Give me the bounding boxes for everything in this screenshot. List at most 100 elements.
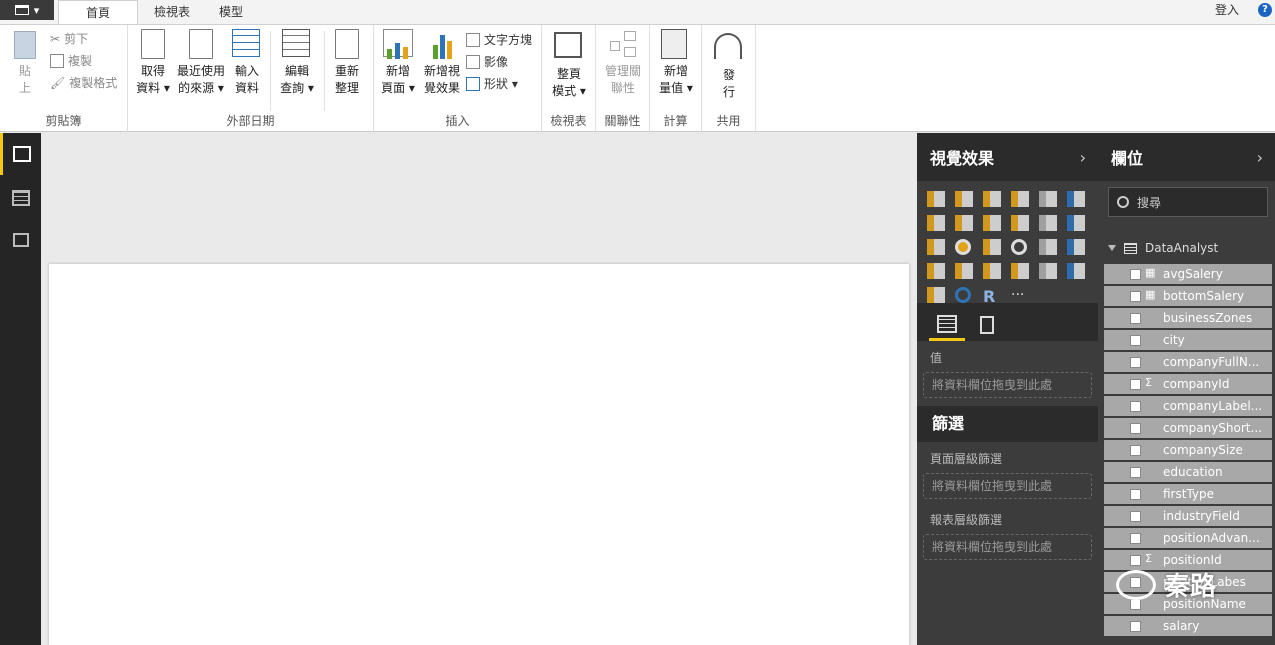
relationships-view-button[interactable]	[0, 219, 41, 261]
field-item[interactable]: businessZones	[1104, 308, 1272, 328]
get-data-button[interactable]: 取得 資料 ▾	[132, 29, 174, 97]
donut-icon[interactable]	[955, 287, 971, 303]
visualizations-pane: 視覺效果 › R ··· 值 將資料欄位拖曳到此處 篩選 頁面層級篩選 將資料欄位…	[917, 133, 1098, 645]
report-view-button[interactable]	[0, 133, 41, 175]
line-column-icon[interactable]	[1011, 215, 1029, 231]
map-icon[interactable]	[1011, 239, 1027, 255]
enter-data-button[interactable]: 輸入 資料	[230, 29, 264, 97]
format-painter-button[interactable]: 🖌 複製格式	[50, 73, 117, 93]
checkbox[interactable]	[1130, 533, 1141, 544]
file-menu-button[interactable]: ▾	[0, 0, 54, 20]
checkbox[interactable]	[1130, 291, 1141, 302]
r-visual-icon[interactable]: R	[983, 287, 1001, 306]
tab-home[interactable]: 首頁	[58, 0, 138, 24]
checkbox[interactable]	[1130, 379, 1141, 390]
filled-map-icon[interactable]	[927, 263, 945, 279]
copy-button[interactable]: 複製	[50, 51, 92, 71]
more-visuals-icon[interactable]: ···	[1011, 287, 1029, 303]
field-item[interactable]: companyLabel...	[1104, 396, 1272, 416]
field-name: education	[1163, 465, 1223, 479]
chevron-right-icon[interactable]: ›	[1080, 148, 1086, 167]
refresh-button[interactable]: 重新 整理	[330, 29, 364, 97]
field-item[interactable]: positionAdvan...	[1104, 528, 1272, 548]
text-box-button[interactable]: 文字方塊	[466, 30, 532, 50]
table-visual-icon[interactable]	[1039, 239, 1057, 255]
report-filters-dropzone[interactable]: 將資料欄位拖曳到此處	[923, 534, 1092, 560]
field-search-input[interactable]: 搜尋	[1108, 187, 1268, 217]
field-name: companyLabel...	[1163, 399, 1263, 413]
expand-arrow-icon[interactable]	[1108, 245, 1116, 251]
checkbox[interactable]	[1130, 511, 1141, 522]
checkbox[interactable]	[1130, 357, 1141, 368]
scatter-icon[interactable]	[927, 239, 945, 255]
checkbox[interactable]	[1130, 423, 1141, 434]
clustered-bar-icon[interactable]	[983, 191, 1001, 207]
new-visual-button[interactable]: 新增視 覺效果	[420, 29, 464, 97]
image-button[interactable]: 影像	[466, 52, 508, 72]
page-view-button[interactable]: 整頁 模式 ▾	[550, 29, 588, 100]
field-item[interactable]: ΣcompanyId	[1104, 374, 1272, 394]
funnel-icon[interactable]	[955, 263, 973, 279]
fields-tab[interactable]	[929, 309, 965, 341]
field-item[interactable]: salary	[1104, 616, 1272, 636]
line-clustered-icon[interactable]	[1039, 215, 1057, 231]
recent-sources-button[interactable]: 最近使用 的來源 ▾	[174, 29, 228, 97]
new-measure-button[interactable]: 新增 量值 ▾	[656, 29, 696, 97]
new-page-button[interactable]: 新增 頁面 ▾	[380, 29, 416, 97]
publish-button[interactable]: 發 行	[712, 29, 746, 101]
shapes-button[interactable]: 形狀 ▾	[466, 74, 518, 94]
chevron-right-icon[interactable]: ›	[1257, 148, 1263, 167]
tab-view[interactable]: 檢視表	[140, 0, 204, 24]
field-item[interactable]: city	[1104, 330, 1272, 350]
manage-relationships-button[interactable]: 管理關 聯性	[600, 29, 646, 97]
table-icon	[11, 190, 30, 206]
field-item[interactable]: companyFullN...	[1104, 352, 1272, 372]
treemap-icon[interactable]	[983, 239, 1001, 255]
checkbox[interactable]	[1130, 621, 1141, 632]
field-item[interactable]: ▦ avgSalery	[1104, 264, 1272, 284]
page-filters-dropzone[interactable]: 將資料欄位拖曳到此處	[923, 473, 1092, 499]
100-column-icon[interactable]	[1067, 191, 1085, 207]
field-item[interactable]: companySize	[1104, 440, 1272, 460]
field-item[interactable]: education	[1104, 462, 1272, 482]
paste-button[interactable]: 貼 上	[8, 29, 42, 97]
report-page[interactable]	[49, 264, 909, 645]
matrix-icon[interactable]	[1067, 239, 1085, 255]
checkbox[interactable]	[1130, 445, 1141, 456]
cut-button[interactable]: ✂ 剪下	[50, 29, 88, 49]
new-page-icon	[383, 29, 413, 61]
checkbox[interactable]	[1130, 269, 1141, 280]
format-tab[interactable]	[969, 309, 1005, 341]
100-bar-icon[interactable]	[1039, 191, 1057, 207]
checkbox[interactable]	[1130, 401, 1141, 412]
kpi-icon[interactable]	[1067, 263, 1085, 279]
clustered-column-icon[interactable]	[1011, 191, 1029, 207]
stacked-bar-icon[interactable]	[927, 191, 945, 207]
tab-model[interactable]: 模型	[206, 0, 256, 24]
field-item[interactable]: companyShort...	[1104, 418, 1272, 438]
stacked-area-icon[interactable]	[983, 215, 1001, 231]
ribbon-chart-icon[interactable]	[1067, 215, 1085, 231]
stacked-column-icon[interactable]	[955, 191, 973, 207]
multirow-card-icon[interactable]	[1011, 263, 1029, 279]
checkbox[interactable]	[1130, 489, 1141, 500]
sign-in-link[interactable]: 登入	[1215, 1, 1239, 18]
data-view-button[interactable]	[0, 177, 41, 219]
help-icon[interactable]: ?	[1258, 3, 1272, 17]
area-chart-icon[interactable]	[955, 215, 973, 231]
card-icon[interactable]	[1039, 263, 1057, 279]
pie-icon[interactable]	[955, 239, 971, 255]
gauge-icon[interactable]	[983, 263, 1001, 279]
values-dropzone[interactable]: 將資料欄位拖曳到此處	[923, 372, 1092, 398]
field-item[interactable]: firstType	[1104, 484, 1272, 504]
field-item[interactable]: ▦ bottomSalery	[1104, 286, 1272, 306]
field-item[interactable]: industryField	[1104, 506, 1272, 526]
checkbox[interactable]	[1130, 335, 1141, 346]
slicer-icon[interactable]	[927, 287, 945, 303]
line-chart-icon[interactable]	[927, 215, 945, 231]
edit-queries-button[interactable]: 編輯 查詢 ▾	[276, 29, 318, 97]
checkbox[interactable]	[1130, 555, 1141, 566]
checkbox[interactable]	[1130, 313, 1141, 324]
table-node[interactable]: DataAnalyst	[1108, 239, 1218, 257]
checkbox[interactable]	[1130, 467, 1141, 478]
